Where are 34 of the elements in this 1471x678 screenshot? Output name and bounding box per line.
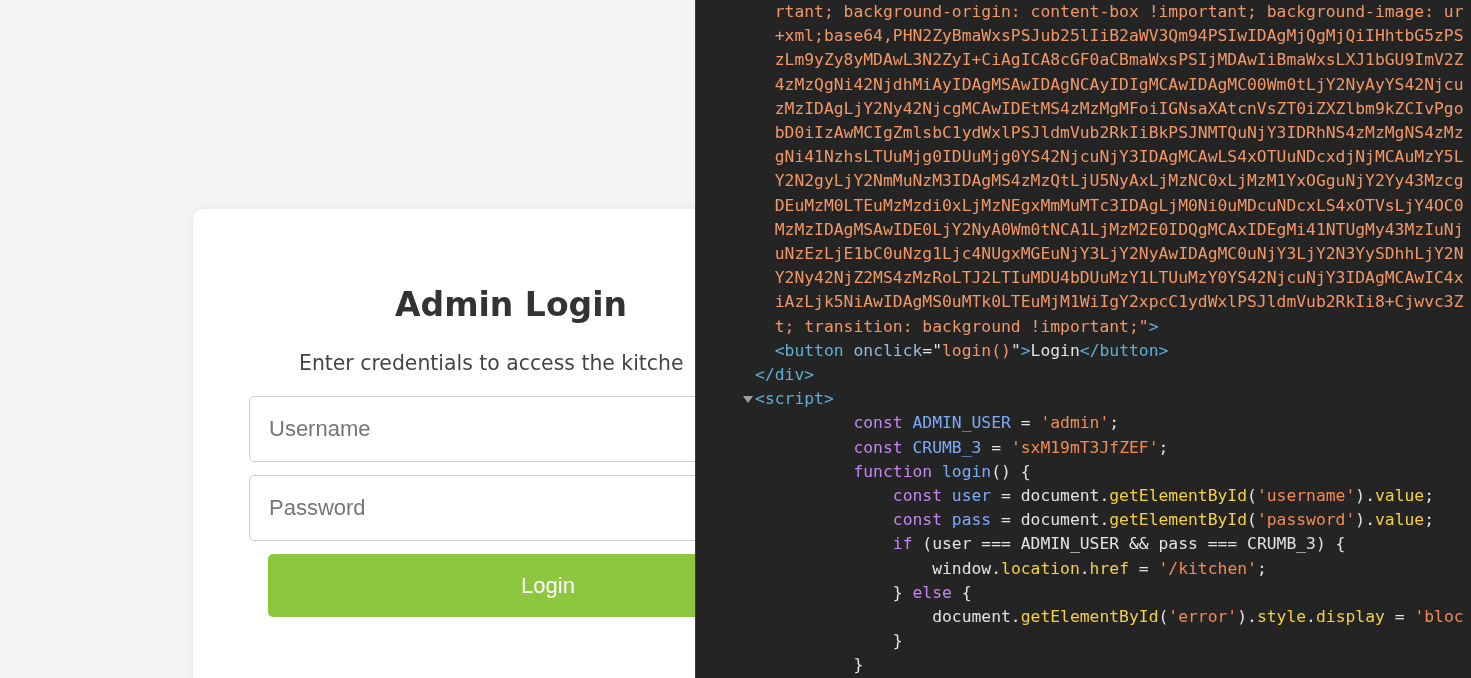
- password-field[interactable]: Password: [249, 475, 695, 541]
- code-line: } else {: [891, 581, 972, 604]
- code-line: +xml;base64,PHN2ZyBmaWxsPSJub25lIiB2aWV3Qm94PSIwIDAgMjQgMjQiIHhtbG5zPS: [773, 25, 1464, 48]
- expand-triangle-icon[interactable]: [743, 396, 753, 404]
- code-line: function login() {: [852, 460, 1031, 483]
- code-line: zLm9yZy8yMDAwL3N2ZyI+CiAgICA8cGF0aCBmaWxsPSIjMDAwIiBmaWxsLXJ1bGU9ImV2Z: [773, 49, 1464, 72]
- code-line: zMzIDAgLjY2Ny42NjcgMCAwIDEtMS4zMzMgMFoiIGNsaXAtcnVsZT0iZXZlbm9kZCIvPgo: [773, 97, 1464, 120]
- code-line: if (user === ADMIN_USER && pass === CRUMB_3) {: [891, 533, 1346, 556]
- code-line: <button onclick="login()">Login</button>: [773, 339, 1169, 362]
- code-line: 4zMzQgNi42NjdhMiAyIDAgMSAwIDAgNCAyIDIgMCAwIDAgMC00Wm0tLjY2NyAyYS42Njcu: [773, 73, 1464, 96]
- login-title: Admin Login: [394, 285, 628, 324]
- code-line: const CRUMB_3 = 'sxM19mT3JfZEF';: [852, 436, 1169, 459]
- code-line: gNi41NzhsLTUuMjg0IDUuMjg0YS42NjcuNjY3IDAgMCAwLS4xOTUuNDcxdjNjMCAuMzY5L: [773, 146, 1464, 169]
- code-line: }: [891, 630, 903, 653]
- code-line: <script>: [696, 387, 834, 412]
- login-subtitle: Enter credentials to access the kitche: [299, 351, 685, 375]
- code-line: iAzLjk5NiAwIDAgMS0uMTk0LTEuMjM1WiIgY2xpcC1ydWxlPSJldmVub2RkIi8+Cjwvc3Z: [773, 291, 1464, 314]
- code-line: MzMzIDAgMSAwIDE0LjY2NyA0Wm0tNCA1LjMzM2E0IDQgMCAxIDEgMi41NTUgMy43MzIuNj: [773, 218, 1464, 241]
- code-line: uNzEzLjE1bC0uNzg1Ljc4NUgxMGEuNjY3LjY2NyAwIDAgMC0uNjY3LjY2N3YySDhhLjY2N: [773, 243, 1464, 266]
- code-line: DEuMzM0LTEuMzMzdi0xLjMzNEgxMmMuMTc3IDAgLjM0Ni0uMDcuNDcxLS4xOTVsLjY4OC0: [773, 194, 1464, 217]
- login-button[interactable]: Login: [268, 554, 695, 617]
- code-line: const ADMIN_USER = 'admin';: [852, 412, 1120, 435]
- username-field[interactable]: Username: [249, 396, 695, 462]
- code-line: document.getElementById('error').style.display = 'bloc: [931, 606, 1464, 629]
- code-line: const user = document.getElementById('username').value;: [891, 485, 1435, 508]
- code-line: Y2Ny42NjZ2MS4zMzRoLTJ2LTIuMDU4bDUuMzY1LTUuMzY0YS42NjcuNjY3IDAgMCAwIC4x: [773, 267, 1464, 290]
- code-line: }: [852, 654, 864, 677]
- code-line: </div>: [754, 364, 815, 387]
- code-line: Y2N2gyLjY2NmMuNzM3IDAgMS4zMzQtLjU5NyAxLjMzNC0xLjMzM1YxOGguNjY2Yy43Mzcg: [773, 170, 1464, 193]
- code-line: const pass = document.getElementById('password').value;: [891, 509, 1435, 532]
- code-line: t; transition: background !important;">: [773, 315, 1159, 338]
- code-line: rtant; background-origin: content-box !important; background-image: ur: [773, 1, 1464, 23]
- code-line: bD0iIzAwMCIgZmlsbC1ydWxlPSJldmVub2RkIiBkPSJNMTQuNjY3IDRhNS4zMzMgNS4zMz: [773, 122, 1464, 144]
- code-line: window.location.href = '/kitchen';: [931, 557, 1267, 580]
